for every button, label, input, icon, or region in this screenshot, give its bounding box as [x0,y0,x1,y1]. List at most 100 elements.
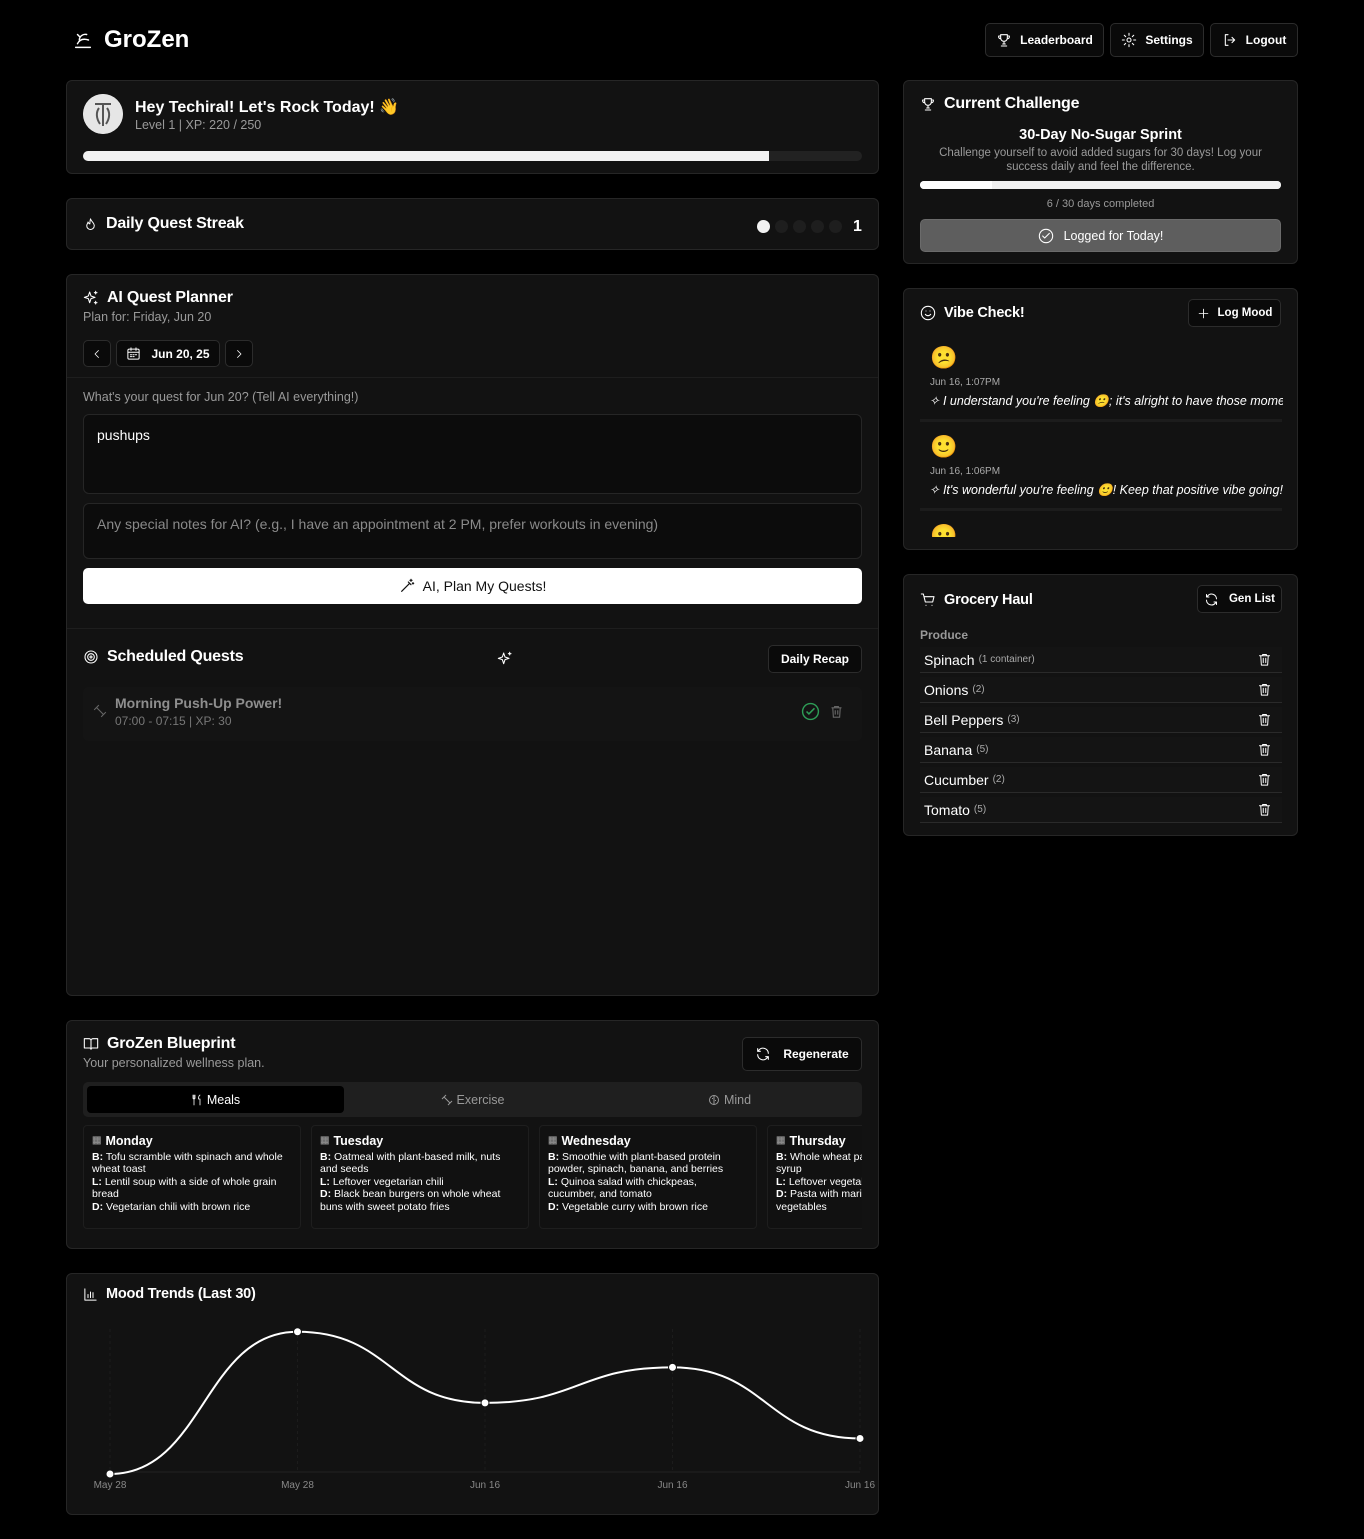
avatar-image [83,94,123,134]
streak-count: 1 [853,218,862,235]
dumbbell-icon [93,704,107,718]
level-text: Level 1 | XP: 220 / 250 [135,118,262,132]
grocery-item: Cucumber (2) [920,767,1282,793]
date-picker-button[interactable]: Jun 20, 25 [116,340,220,367]
meal-day-column: ▦ Monday B: Tofu scramble with spinach an… [83,1125,301,1229]
item-qty: (1 container) [978,654,1035,665]
dinner-text: D: Pasta with marinara sauce and vegetab… [776,1188,862,1213]
item-name: Spinach [924,651,975,668]
challenge-card: Current Challenge 30-Day No-Sugar Sprint… [903,80,1298,264]
sparkles-icon[interactable] [497,651,513,667]
logout-button[interactable]: Logout [1210,23,1298,57]
gen-list-button[interactable]: Gen List [1197,585,1282,613]
grocery-item: Spinach (1 container) [920,647,1282,673]
grocery-item: Tomato (5) [920,797,1282,823]
quest-meta: 07:00 - 07:15 | XP: 30 [115,714,232,728]
plan-for-text: Plan for: Friday, Jun 20 [83,310,212,324]
day-name: Tuesday [333,1134,384,1148]
challenge-name: 30-Day No-Sugar Sprint [1019,127,1182,143]
x-tick-label: May 28 [94,1480,127,1491]
calendar-icon: ▦ [548,1135,558,1146]
vibe-entry: 😐 [920,513,1282,537]
divider [67,628,878,629]
logout-label: Logout [1245,33,1287,47]
logout-icon [1224,34,1235,46]
mood-data-point[interactable] [855,1433,865,1443]
quest-planner-card: AI Quest Planner Plan for: Friday, Jun 2… [66,274,879,996]
xp-progress-bar [83,151,862,161]
day-name: Wednesday [561,1134,631,1148]
trash-icon[interactable] [1257,802,1272,817]
meal-day-column: ▦ Tuesday B: Oatmeal with plant-based mil… [311,1125,529,1229]
daily-recap-label: Daily Recap [780,652,850,666]
mood-data-point[interactable] [293,1327,302,1337]
logged-today-label: Logged for Today! [1063,228,1164,243]
trash-icon[interactable] [1257,682,1272,697]
planner-title-text: AI Quest Planner [107,289,233,306]
leaderboard-button[interactable]: Leaderboard [985,23,1104,57]
breakfast-text: B: Oatmeal with plant-based milk, nuts a… [320,1150,501,1176]
x-tick-label: May 28 [281,1480,314,1491]
trash-icon[interactable] [1257,652,1272,667]
chevron-left-icon [94,349,99,358]
dinner-text: D: Vegetable curry with brown rice [548,1200,708,1213]
app-name: GroZen [104,26,190,53]
prev-date-button[interactable] [83,340,111,367]
quest-item[interactable]: Morning Push-Up Power! 07:00 - 07:15 | X… [83,687,862,741]
vibe-entry: 🙂 Jun 16, 1:06PM ✧ It's wonderful you're… [920,424,1283,511]
trash-icon[interactable] [829,704,844,719]
mood-data-point[interactable] [668,1362,677,1372]
mood-data-point[interactable] [105,1469,115,1479]
item-qty: (5) [973,804,987,815]
vibe-entry: 😕 Jun 16, 1:07PM ✧ I understand you're f… [920,335,1283,422]
item-name: Bell Peppers [924,711,1004,728]
streak-title-text: Daily Quest Streak [106,215,244,232]
settings-button[interactable]: Settings [1110,23,1204,57]
challenge-progress-remaining [992,181,1281,189]
grocery-card: Grocery Haul Gen List Produce Spinach (1 … [903,574,1298,836]
dinner-text: D: Vegetarian chili with brown rice [92,1200,251,1213]
flame-icon [86,217,95,230]
streak-dots [757,220,842,233]
mood-data-point[interactable] [480,1398,490,1408]
trash-icon[interactable] [1257,712,1272,727]
meal-day-column: ▦Thursday B: Whole wheat pancakes with m… [767,1125,862,1229]
mood-chart: May 28 May 28 Jun 16 Jun 16 Jun 16 [94,1327,875,1491]
avatar[interactable] [83,94,123,134]
grocery-item: Banana (5) [920,737,1282,763]
calendar-icon: ▦ [320,1135,330,1146]
leaderboard-label: Leaderboard [1020,33,1093,47]
sparkles-icon [83,290,98,305]
check-circle-icon[interactable] [801,702,820,721]
blueprint-card: GroZen Blueprint Your personalized welln… [66,1020,879,1249]
notes-placeholder: Any special notes for AI? (e.g., I have … [97,516,659,532]
vibe-entries: 😕 Jun 16, 1:07PM ✧ I understand you're f… [904,335,1297,537]
scheduled-title: Scheduled Quests [83,648,244,666]
trash-icon[interactable] [1257,742,1272,757]
lunch-text: L: Lentil soup with a side of whole grai… [92,1175,277,1201]
calendar-icon: ▦ [776,1135,786,1146]
plus-icon [1198,308,1208,318]
gear-icon [1122,32,1137,48]
streak-dot-empty [793,220,806,233]
dinner-text: D: Black bean burgers on whole wheat bun… [320,1188,501,1213]
logo[interactable]: GroZen [72,26,189,54]
grocery-title: Grocery Haul [920,592,1033,608]
next-date-button[interactable] [225,340,253,367]
plan-quests-button[interactable]: AI, Plan My Quests! [83,568,862,604]
log-mood-label: Log Mood [1217,307,1273,319]
grocery-category: Produce [920,628,969,642]
day-name: Thursday [789,1134,846,1148]
trash-icon[interactable] [1257,772,1272,787]
log-mood-button[interactable]: Log Mood [1188,299,1281,327]
item-qty: (5) [976,744,989,755]
notes-input[interactable]: Any special notes for AI? (e.g., I have … [83,503,862,559]
quest-input[interactable]: pushups [83,414,862,494]
streak-dot-empty [829,220,842,233]
mood-trends-card: Mood Trends (Last 30) May 28 May 28 Jun 16… [66,1273,879,1515]
date-label: Jun 20, 25 [151,346,210,361]
daily-recap-button[interactable]: Daily Recap [768,645,862,673]
logged-today-button[interactable]: Logged for Today! [920,219,1281,252]
calendar-icon: ▦ [92,1135,102,1146]
streak-dot-empty [811,220,824,233]
